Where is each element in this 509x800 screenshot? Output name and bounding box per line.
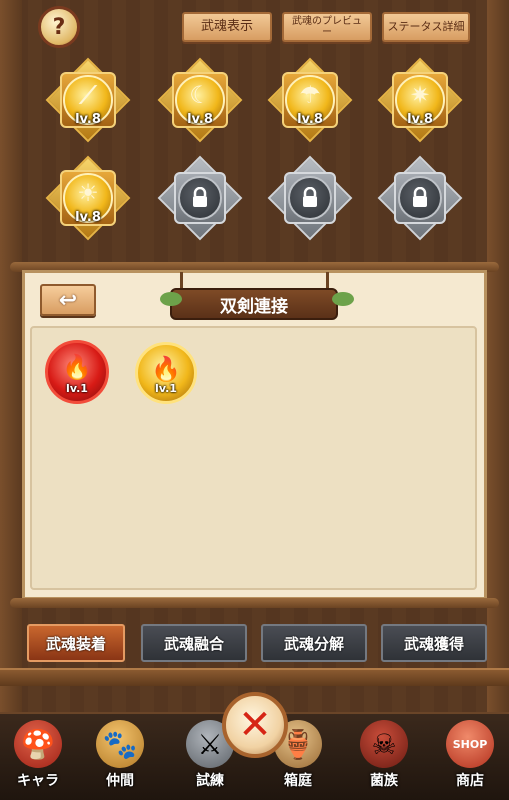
back-arrow-icon: ↩ <box>58 287 78 313</box>
soul-level: lv.8 <box>75 112 101 127</box>
soul-level: lv.8 <box>407 112 433 127</box>
soul-slot-3[interactable]: ☂ lv.8 <box>267 57 353 143</box>
sun-icon: ☀ <box>77 179 99 207</box>
nav-label: 仲間 <box>106 773 134 789</box>
paw-icon: 🐾 <box>96 720 144 768</box>
soul-slot-locked-3[interactable] <box>377 155 463 241</box>
soul-level: lv.8 <box>187 112 213 127</box>
tab-soul-equip[interactable]: 武魂装着 <box>27 624 125 662</box>
leaf-decoration <box>160 292 182 306</box>
help-book-icon[interactable]: ? <box>38 6 80 48</box>
flame-icon: 🔥 <box>62 353 92 381</box>
equipped-soul-gold[interactable]: 🔥 lv.1 <box>135 342 197 404</box>
nav-label: 箱庭 <box>284 773 312 789</box>
mushroom-icon: ☂ <box>299 81 321 109</box>
nav-label: 菌族 <box>370 773 398 789</box>
tab-soul-acquire[interactable]: 武魂獲得 <box>381 624 487 662</box>
nav-shop[interactable]: SHOP 商店 <box>434 716 506 800</box>
nav-label: 商店 <box>456 773 484 789</box>
combo-title: 双剣連接 <box>170 288 338 320</box>
nav-label: 試練 <box>196 773 224 789</box>
close-x-icon: ✕ <box>238 702 272 748</box>
lock-icon <box>193 187 207 207</box>
clan-skull-icon: ☠ <box>360 720 408 768</box>
shop-icon: SHOP <box>446 720 494 768</box>
close-button[interactable]: ✕ <box>222 692 288 758</box>
nav-clan[interactable]: ☠ 菌族 <box>348 716 420 800</box>
nav-label: キャラ <box>17 773 59 789</box>
soul-slot-1[interactable]: ⟋ lv.8 <box>45 57 131 143</box>
burst-icon: ✷ <box>409 81 431 109</box>
panel-rod-bottom <box>10 598 499 608</box>
soul-slot-locked-2[interactable] <box>267 155 353 241</box>
wood-frame-left <box>0 0 22 720</box>
soul-slot-locked-1[interactable] <box>157 155 243 241</box>
equipped-soul-red[interactable]: 🔥 lv.1 <box>45 340 109 404</box>
sword-slash-icon: ⟋ <box>79 81 97 109</box>
soul-slot-4[interactable]: ✷ lv.8 <box>377 57 463 143</box>
shop-badge: SHOP <box>452 737 488 751</box>
mushroom-character-icon: 🍄 <box>14 720 62 768</box>
tab-soul-display[interactable]: 武魂表示 <box>182 12 272 42</box>
soul-level: lv.1 <box>155 382 177 395</box>
tab-status-detail[interactable]: ステータス詳細 <box>382 12 470 42</box>
soul-level: lv.8 <box>297 112 323 127</box>
back-button[interactable]: ↩ <box>40 284 96 316</box>
tab-soul-dismantle[interactable]: 武魂分解 <box>261 624 367 662</box>
soul-level: lv.1 <box>66 382 88 395</box>
soul-slot-5[interactable]: ☀ lv.8 <box>45 155 131 241</box>
wood-shelf <box>0 668 509 686</box>
claw-icon: ☾ <box>189 81 211 109</box>
tab-soul-fusion[interactable]: 武魂融合 <box>141 624 247 662</box>
wood-frame-right <box>487 0 509 720</box>
nav-companions[interactable]: 🐾 仲間 <box>84 716 156 800</box>
tab-soul-preview[interactable]: 武魂のプレビュー <box>282 12 372 42</box>
flame-icon: 🔥 <box>151 355 181 383</box>
soul-level: lv.8 <box>75 210 101 225</box>
nav-chara[interactable]: 🍄 キャラ <box>2 716 74 800</box>
leaf-decoration <box>332 292 354 306</box>
lock-icon <box>413 187 427 207</box>
soul-slot-2[interactable]: ☾ lv.8 <box>157 57 243 143</box>
lock-icon <box>303 187 317 207</box>
